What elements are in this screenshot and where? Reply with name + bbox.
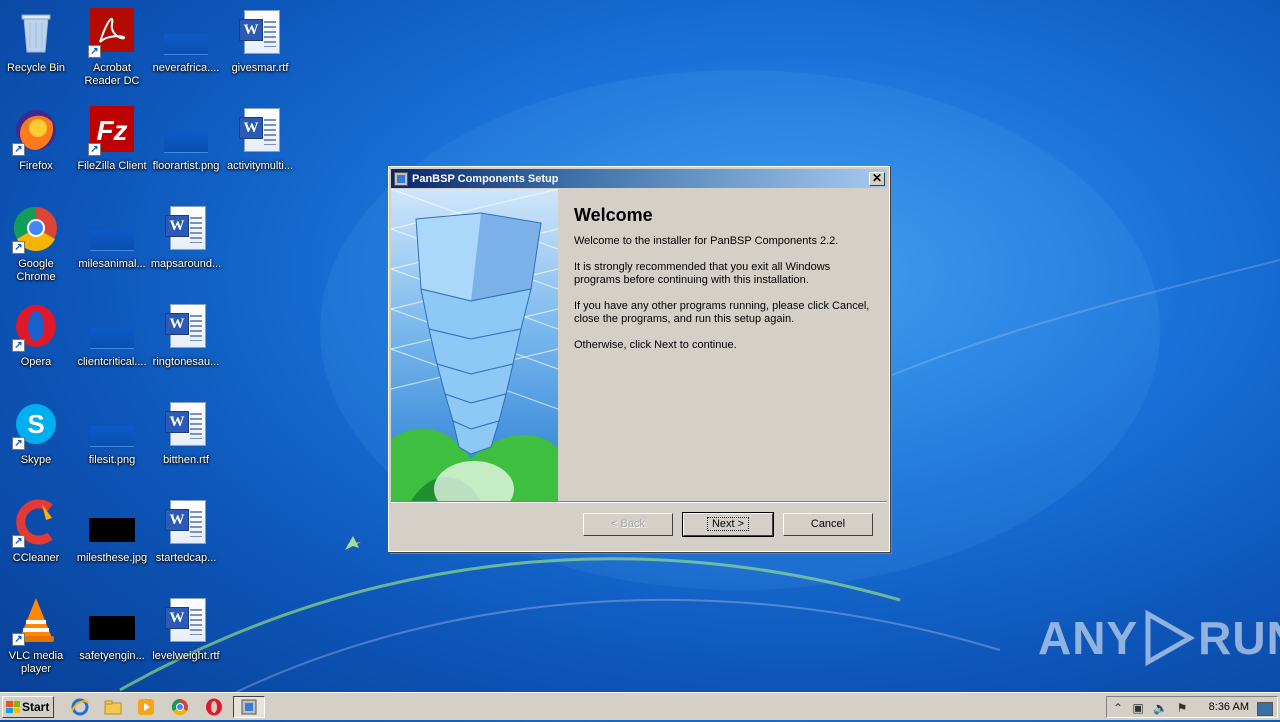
system-tray: ⌃ ▣ 🔈 ⚑ 8:36 AM [1106,696,1278,718]
image-file-icon[interactable]: milesthese.jpg [74,498,150,565]
skype-icon[interactable]: S ↗ Skype [0,400,74,467]
anyrun-watermark: ANY RUN [1038,608,1280,668]
word-document-icon[interactable]: W bitthen.rtf [148,400,224,467]
opera-icon[interactable]: ↗ Opera [0,302,74,369]
start-label: Start [22,700,50,714]
image-file-icon[interactable]: filesit.png [74,400,150,467]
intro-text: Welcome to the installer for PanBSP Comp… [574,235,839,247]
setup-dialog: PanBSP Components Setup ✕ Welcome Welcom… [388,166,890,552]
word-document-icon[interactable]: W ringtonesau... [148,302,224,369]
cancel-button[interactable]: Cancel [783,513,873,536]
image-file-icon[interactable]: floorartist.png [148,106,224,173]
shortcut-arrow-icon: ↗ [12,535,25,548]
file-icon[interactable]: clientcritical.... [74,302,150,369]
svg-text:Fz: Fz [96,115,127,146]
shortcut-arrow-icon: ↗ [88,45,101,58]
shortcut-arrow-icon: ↗ [12,437,25,450]
volume-icon[interactable]: 🔈 [1153,701,1168,715]
taskbar: Start ⌃ ▣ 🔈 ⚑ 8:36 AM [0,692,1280,720]
cancel-instructions-text: If you have any other programs running, … [574,300,870,325]
file-explorer-icon[interactable] [103,697,123,717]
opera-taskbar-icon[interactable] [204,697,224,717]
show-hidden-icons-icon[interactable]: ⌃ [1111,701,1125,715]
show-desktop-button[interactable] [1257,702,1273,716]
file-icon[interactable]: milesanimal... [74,204,150,271]
shortcut-arrow-icon: ↗ [12,241,25,254]
file-icon[interactable]: safetyengin... [74,596,150,663]
shortcut-arrow-icon: ↗ [12,339,25,352]
word-document-icon[interactable]: W givesmar.rtf [222,8,298,75]
back-button[interactable]: < Back [583,513,673,536]
recycle-bin-label: Recycle Bin [6,62,66,74]
close-button[interactable]: ✕ [869,171,885,186]
play-icon [1145,609,1196,667]
clock[interactable]: 8:36 AM [1209,701,1249,713]
action-center-icon[interactable]: ▣ [1131,701,1145,715]
svg-text:S: S [27,409,44,439]
watermark-left-text: ANY [1038,612,1139,664]
chrome-taskbar-icon[interactable] [170,697,190,717]
media-player-icon[interactable] [136,697,156,717]
vlc-icon[interactable]: ↗ VLC media player [0,596,74,676]
recycle-bin-icon[interactable]: Recycle Bin [0,8,74,75]
shortcut-arrow-icon: ↗ [12,143,25,156]
acrobat-reader-icon[interactable]: ↗ Acrobat Reader DC [74,8,150,88]
chrome-icon[interactable]: ↗ Google Chrome [0,204,74,284]
next-button-label: Next > [706,517,750,531]
word-document-icon[interactable]: W levelweight.rtf [148,596,224,663]
word-document-icon[interactable]: W startedcap... [148,498,224,565]
internet-explorer-icon[interactable] [70,697,90,717]
recommendation-text: It is strongly recommended that you exit… [574,261,831,286]
word-document-icon[interactable]: W mapsaround... [148,204,224,271]
continue-instructions-text: Otherwise, click Next to continue. [574,339,737,351]
shortcut-arrow-icon: ↗ [12,633,25,646]
dialog-titlebar[interactable]: PanBSP Components Setup ✕ [391,169,887,188]
start-button[interactable]: Start [2,696,54,718]
word-document-icon[interactable]: W activitymulti... [222,106,298,173]
shortcut-arrow-icon: ↗ [88,143,101,156]
file-icon[interactable]: neverafrica.... [148,8,224,75]
windows-logo-icon [6,701,20,713]
filezilla-icon[interactable]: Fz ↗ FileZilla Client [74,106,150,173]
welcome-heading: Welcome [574,205,653,225]
next-button[interactable]: Next > [682,512,774,537]
setup-app-icon [394,171,408,186]
dialog-title: PanBSP Components Setup [412,172,559,185]
dialog-separator [391,501,887,503]
firefox-icon[interactable]: ↗ Firefox [0,106,74,173]
setup-task-button[interactable] [233,696,265,718]
watermark-right-text: RUN [1198,612,1280,664]
setup-task-icon [241,699,257,715]
installer-banner-image [391,189,558,501]
dialog-content: Welcome Welcome to the installer for Pan… [574,205,874,365]
ccleaner-icon[interactable]: ↗ CCleaner [0,498,74,565]
flag-icon[interactable]: ⚑ [1175,701,1189,715]
